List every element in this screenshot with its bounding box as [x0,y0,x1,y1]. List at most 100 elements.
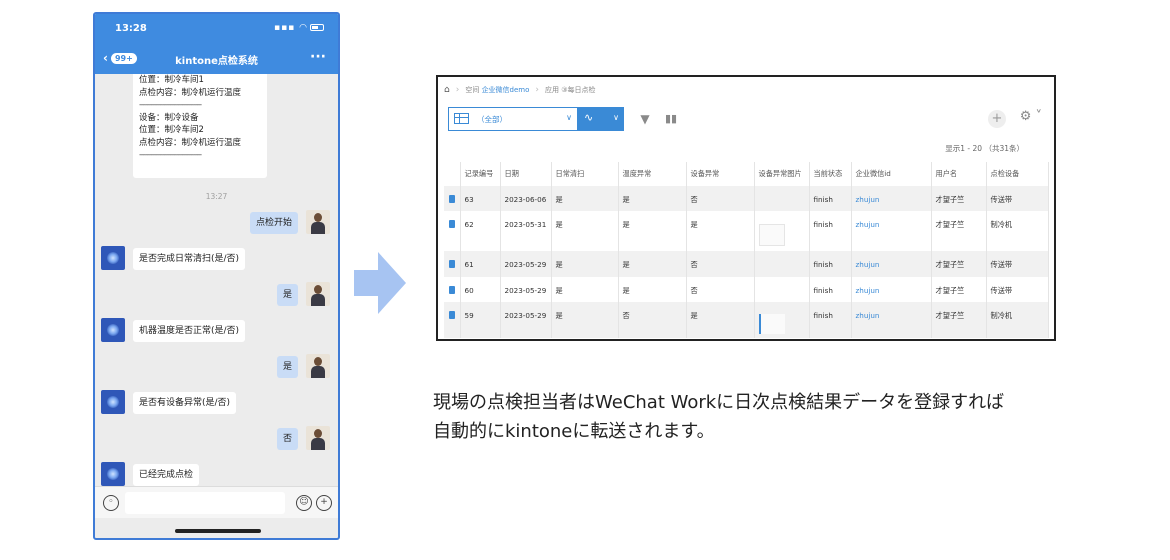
cell-temp: 是 [618,186,687,211]
cell-user: 才望子竺 [931,251,987,277]
message-bubble[interactable]: 是 [276,284,298,306]
table-row[interactable]: 60 2023-05-29 是 是 否 finish zhujun 才望子竺 传… [444,277,1049,302]
cell-clean: 是 [551,211,619,251]
image-thumbnail[interactable] [758,224,785,246]
cell-equipment: 传送带 [986,186,1049,211]
record-detail-icon[interactable] [444,211,461,251]
cell-id: 63 [460,186,501,211]
card-divider: ------------------------------ [139,100,202,110]
table-row[interactable]: 62 2023-05-31 是 是 是 finish zhujun 才望子竺 制… [444,211,1049,251]
kintone-screen: ⌂ › 空间 企业微信demo › 应用 ③每日点检 （全部） ∨ ∿ ∨ ▼ … [436,75,1056,341]
record-count: 显示1 - 20 （共31条） [945,144,1024,153]
user-avatar[interactable] [306,210,330,234]
breadcrumb: ⌂ › 空间 企业微信demo › 应用 ③每日点检 [444,83,596,97]
right-arrow-icon [354,252,406,314]
caption-line: 自動的にkintoneに転送されます。 [433,421,715,442]
cell-image [754,211,810,251]
graph-selector[interactable]: ∿ ∨ [578,107,624,131]
cell-wechat-id[interactable]: zhujun [851,277,932,302]
record-detail-icon[interactable] [444,302,461,338]
chevron-down-icon: ∨ [566,113,572,122]
message-bubble[interactable]: 点检开始 [249,212,298,234]
column-header[interactable]: 温度异常 [618,162,687,186]
status-time: 13:28 [115,23,147,34]
breadcrumb-space[interactable]: 空间 企业微信demo [465,85,529,95]
message-bubble[interactable]: 是 [276,356,298,378]
cell-equipment: 制冷机 [986,302,1049,338]
column-header[interactable]: 当前状态 [809,162,852,186]
column-header[interactable]: 日期 [500,162,552,186]
record-detail-icon[interactable] [444,277,461,302]
cell-date: 2023-05-29 [500,302,552,338]
image-thumbnail[interactable] [758,314,785,334]
cell-image [754,186,810,211]
table-row[interactable]: 59 2023-05-29 是 否 是 finish zhujun 才望子竺 制… [444,302,1049,338]
table-row[interactable]: 61 2023-05-29 是 是 否 finish zhujun 才望子竺 传… [444,251,1049,277]
table-header: 记录编号 日期 日常清扫 温度异常 设备异常 设备异常图片 当前状态 企业微信i… [444,162,1049,186]
column-header[interactable]: 设备异常图片 [754,162,810,186]
bot-avatar[interactable] [101,390,125,414]
more-button[interactable]: ··· [310,49,326,65]
cell-image [754,251,810,277]
home-icon[interactable]: ⌂ [444,85,450,95]
cell-clean: 是 [551,251,619,277]
user-avatar[interactable] [306,282,330,306]
cell-status: finish [809,186,852,211]
bot-avatar[interactable] [101,246,125,270]
view-selector[interactable]: （全部） ∨ [448,107,578,131]
emoji-icon[interactable]: ☺ [296,495,312,511]
cell-wechat-id[interactable]: zhujun [851,211,932,251]
column-header[interactable]: 企业微信id [851,162,932,186]
cell-wechat-id[interactable]: zhujun [851,186,932,211]
message-bubble[interactable]: 否 [276,428,298,450]
cell-id: 59 [460,302,501,338]
cell-device: 是 [686,302,755,338]
cell-temp: 否 [618,302,687,338]
table-row[interactable]: 63 2023-06-06 是 是 否 finish zhujun 才望子竺 传… [444,186,1049,211]
cell-date: 2023-05-31 [500,211,552,251]
chat-header: ‹ 99+ kintone点检系统 ··· [95,44,338,74]
add-record-button[interactable]: + [988,110,1006,128]
voice-icon[interactable]: ◦ [103,495,119,511]
message-row: 机器温度是否正常(是/否) [95,318,338,342]
column-header[interactable]: 日常清扫 [551,162,619,186]
record-detail-icon[interactable] [444,186,461,211]
bar-chart-icon[interactable]: ▮▮ [660,107,682,131]
filter-icon[interactable]: ▼ [634,107,656,131]
chevron-right-icon: › [455,85,460,95]
message-bubble[interactable]: 是否完成日常清扫(是/否) [133,248,246,270]
card-divider: ------------------------------ [139,150,202,160]
bot-avatar[interactable] [101,462,125,486]
battery-icon [310,24,324,31]
chat-area[interactable]: 位置：制冷车间1 点检内容：制冷机运行温度 ------------------… [95,74,338,494]
cell-clean: 是 [551,186,619,211]
column-header[interactable]: 点检设备 [986,162,1049,186]
column-header[interactable]: 用户名 [931,162,987,186]
cell-clean: 是 [551,277,619,302]
cell-image [754,277,810,302]
message-bubble[interactable]: 机器温度是否正常(是/否) [133,320,246,342]
message-bubble[interactable]: 已经完成点检 [133,464,200,486]
column-header[interactable]: 记录编号 [460,162,501,186]
message-row: 已经完成点检 [95,462,338,486]
cell-image [754,302,810,338]
cell-wechat-id[interactable]: zhujun [851,302,932,338]
table-view-icon [454,113,469,124]
gear-icon[interactable]: ⚙ ˅ [1020,109,1042,124]
bot-avatar[interactable] [101,318,125,342]
message-bubble[interactable]: 是否有设备异常(是/否) [133,392,237,414]
records-table: 记录编号 日期 日常清扫 温度异常 设备异常 设备异常图片 当前状态 企业微信i… [444,162,1049,338]
chevron-down-icon: ∨ [613,113,619,122]
user-avatar[interactable] [306,426,330,450]
cell-clean: 是 [551,302,619,338]
plus-icon[interactable]: + [316,495,332,511]
user-avatar[interactable] [306,354,330,378]
record-detail-icon[interactable] [444,251,461,277]
cell-equipment: 传送带 [986,277,1049,302]
cell-wechat-id[interactable]: zhujun [851,251,932,277]
cell-user: 才望子竺 [931,186,987,211]
column-header[interactable]: 设备异常 [686,162,755,186]
card-line: 点检内容：制冷机运行温度 [139,137,242,148]
message-input[interactable] [125,492,285,514]
breadcrumb-app[interactable]: 应用 ③每日点检 [545,85,596,95]
